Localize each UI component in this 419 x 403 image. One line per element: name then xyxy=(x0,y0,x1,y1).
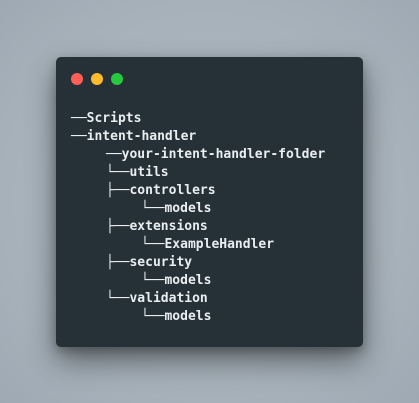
tree-line-extensions: ├──extensions xyxy=(106,219,208,234)
tree-line-security: ├──security xyxy=(106,255,193,270)
code-window: ──Scripts ──intent-handler ──your-intent… xyxy=(56,57,363,347)
tree-line-example-handler: └──ExampleHandler xyxy=(141,237,275,252)
tree-line-validation-models: └──models xyxy=(141,309,212,324)
tree-line-scripts: ──Scripts xyxy=(71,111,142,126)
close-button[interactable] xyxy=(71,73,83,85)
tree-line-utils: └──utils xyxy=(106,165,169,180)
tree-line-intent-handler: ──intent-handler xyxy=(71,129,197,144)
zoom-button[interactable] xyxy=(111,73,123,85)
tree-line-security-models: └──models xyxy=(141,273,212,288)
tree-line-your-intent-handler-folder: ──your-intent-handler-folder xyxy=(106,147,326,162)
minimize-button[interactable] xyxy=(91,73,103,85)
tree-line-controllers: ├──controllers xyxy=(106,183,216,198)
tree-line-controllers-models: └──models xyxy=(141,201,212,216)
tree-line-validation: └──validation xyxy=(106,291,208,306)
